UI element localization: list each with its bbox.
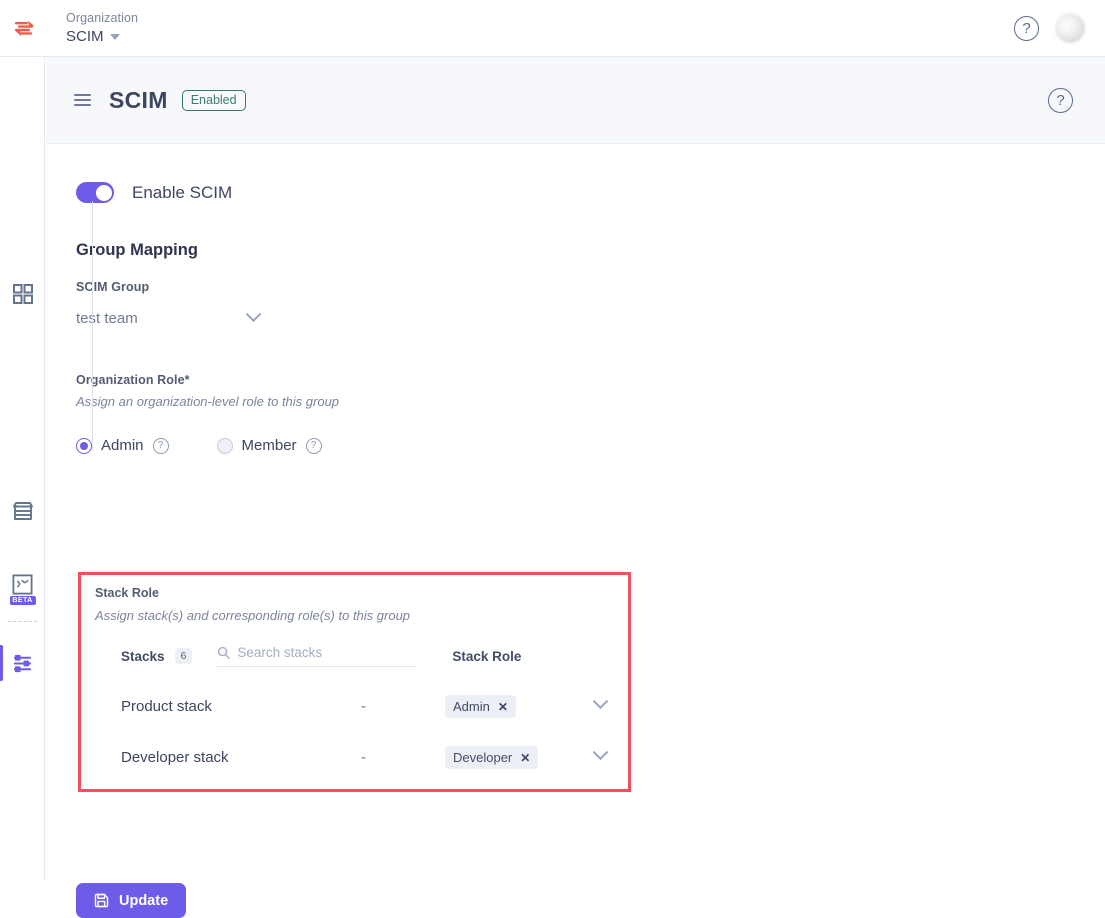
scim-group-label: SCIM Group [76, 280, 150, 294]
enable-scim-label: Enable SCIM [132, 182, 233, 202]
page-title: SCIM [109, 86, 168, 113]
top-bar-actions: ? [1014, 13, 1085, 43]
page-container: SCIM Enabled ? Enable SCIM Group Mapping… [46, 57, 1105, 918]
help-icon[interactable]: ? [152, 437, 169, 454]
role-chip[interactable]: Developer ✕ [445, 746, 539, 769]
role-chip[interactable]: Admin ✕ [445, 695, 516, 718]
radio-option-admin[interactable]: Admin ? [76, 437, 169, 454]
radio-label-admin: Admin [101, 437, 144, 454]
avatar[interactable] [1055, 13, 1085, 43]
top-bar: Organization SCIM ? [0, 0, 1105, 57]
puzzle-integrations-icon [12, 573, 33, 595]
page-header-actions: ? [1048, 87, 1073, 113]
help-icon[interactable]: ? [1048, 87, 1073, 113]
organization-role-hint: Assign an organization-level role to thi… [76, 394, 340, 409]
stacks-table-header: Stacks 6 Stack Role [121, 645, 628, 667]
close-icon[interactable]: ✕ [520, 751, 530, 765]
radio-dot-admin[interactable] [76, 437, 92, 454]
sidebar-item-settings[interactable] [0, 641, 45, 685]
organization-role-options: Admin ? Member ? [76, 437, 1105, 454]
enable-scim-toggle[interactable] [76, 182, 114, 203]
update-button[interactable]: Update [76, 883, 187, 918]
status-badge: Enabled [181, 89, 246, 111]
scim-group-select[interactable]: test team [76, 306, 262, 327]
stacks-count-badge: 6 [174, 648, 193, 664]
group-mapping-heading: Group Mapping [76, 241, 198, 259]
organization-name-text: SCIM [66, 27, 104, 45]
close-icon[interactable]: ✕ [498, 700, 508, 714]
sidebar-item-dashboard[interactable] [0, 272, 45, 316]
search-stacks-wrap[interactable] [217, 645, 418, 667]
row-dropdown-toggle[interactable] [592, 692, 609, 716]
search-icon [218, 646, 231, 659]
organization-name[interactable]: SCIM [66, 28, 138, 45]
column-header-stack-role: Stack Role [452, 648, 522, 664]
organization-role-label: Organization Role* [76, 373, 190, 387]
chevron-down-icon [109, 34, 120, 41]
icon-sidebar: BETA [0, 57, 45, 880]
organization-switcher[interactable]: Organization SCIM [66, 11, 138, 45]
radio-label-member: Member [241, 437, 297, 454]
radio-dot-member[interactable] [216, 437, 233, 454]
stacks-vertical-divider [92, 201, 93, 451]
hamburger-menu-icon[interactable] [74, 93, 91, 107]
organization-label: Organization [66, 11, 139, 26]
stack-role-hint: Assign stack(s) and corresponding role(s… [95, 608, 411, 623]
role-chip-label: Developer [453, 750, 513, 765]
stack-role-section: Stack Role Assign stack(s) and correspon… [78, 572, 631, 792]
sliders-settings-icon [13, 654, 32, 672]
scim-group-value: test team [76, 310, 138, 327]
help-icon[interactable]: ? [1014, 15, 1039, 41]
chevron-down-icon [592, 692, 609, 709]
stack-name: Developer stack [121, 749, 229, 766]
update-button-label: Update [119, 892, 169, 909]
stack-middle-value: - [361, 698, 366, 715]
search-stacks-input[interactable] [237, 645, 398, 660]
toggle-knob [95, 184, 112, 201]
table-row[interactable]: Developer stack - Developer ✕ [121, 743, 628, 769]
chevron-down-icon [592, 743, 609, 760]
brand-logo-icon[interactable] [2, 15, 48, 41]
page-body: Enable SCIM Group Mapping SCIM Group tes… [46, 144, 1105, 918]
sidebar-item-marketplace[interactable] [0, 489, 45, 533]
store-marketplace-icon [12, 502, 33, 520]
sidebar-item-integrations[interactable]: BETA [0, 562, 45, 606]
column-header-stacks: Stacks [121, 648, 165, 664]
sidebar-divider [8, 621, 37, 622]
table-row[interactable]: Product stack - Admin ✕ [121, 692, 628, 718]
stack-role-label: Stack Role [95, 586, 159, 600]
enable-scim-row: Enable SCIM [76, 182, 1105, 203]
chevron-down-icon [245, 306, 262, 323]
save-disk-icon [94, 893, 109, 908]
beta-badge: BETA [9, 596, 36, 605]
stack-middle-value: - [361, 749, 366, 766]
role-chip-label: Admin [453, 699, 490, 714]
stacks-table: Stacks 6 Stack Role Product stack - [121, 645, 628, 769]
row-dropdown-toggle[interactable] [592, 743, 609, 767]
stack-name: Product stack [121, 698, 212, 715]
grid-dashboard-icon [12, 284, 33, 304]
help-icon[interactable]: ? [305, 437, 322, 454]
page-header: SCIM Enabled ? [46, 57, 1105, 144]
radio-option-member[interactable]: Member ? [216, 437, 322, 454]
